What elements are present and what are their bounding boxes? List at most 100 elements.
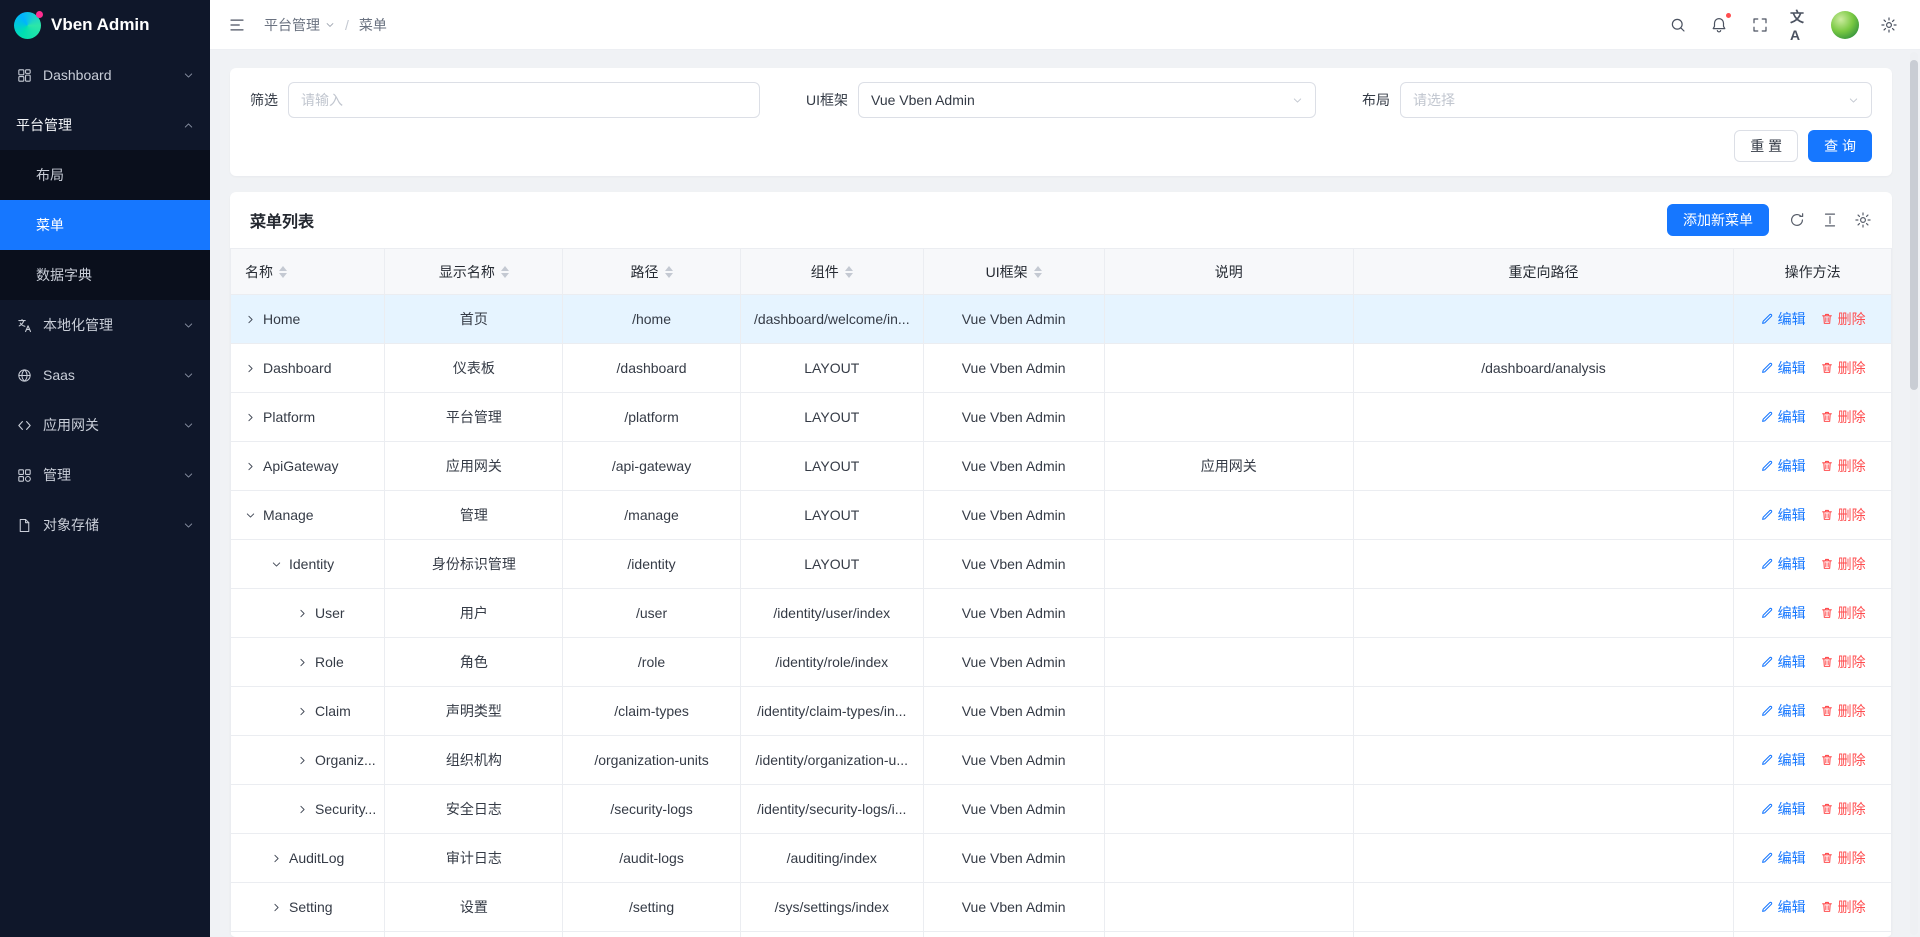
delete-button[interactable]: 删除	[1820, 799, 1866, 819]
sidebar-item-data-dictionary[interactable]: 数据字典	[0, 250, 210, 300]
edit-button[interactable]: 编辑	[1760, 603, 1806, 623]
sort-icon[interactable]	[845, 266, 853, 278]
sidebar-item-layout[interactable]: 布局	[0, 150, 210, 200]
delete-label: 删除	[1838, 456, 1866, 476]
sidebar-collapse-icon[interactable]	[226, 14, 248, 36]
edit-button[interactable]: 编辑	[1760, 407, 1806, 427]
sort-icon[interactable]	[501, 266, 509, 278]
chevron-down-icon	[1848, 95, 1859, 106]
sidebar-item-label: Dashboard	[43, 67, 173, 83]
edit-button[interactable]: 编辑	[1760, 799, 1806, 819]
sidebar-item-localization[interactable]: 本地化管理	[0, 300, 210, 350]
delete-button[interactable]: 删除	[1820, 603, 1866, 623]
column-settings-gear-icon[interactable]	[1854, 211, 1872, 229]
sidebar-item-manage[interactable]: 管理	[0, 450, 210, 500]
sort-icon[interactable]	[279, 266, 287, 278]
delete-button[interactable]: 删除	[1820, 897, 1866, 917]
edit-label: 编辑	[1778, 652, 1806, 672]
delete-button[interactable]: 删除	[1820, 701, 1866, 721]
sidebar-item-app-gateway[interactable]: 应用网关	[0, 400, 210, 450]
edit-button[interactable]: 编辑	[1760, 456, 1806, 476]
expand-row-icon[interactable]	[245, 363, 256, 374]
row-name: AuditLog	[289, 850, 344, 866]
breadcrumb-item-platform[interactable]: 平台管理	[264, 15, 335, 35]
row-ui-framework: Vue Vben Admin	[923, 540, 1104, 589]
expand-row-icon[interactable]	[245, 314, 256, 325]
settings-gear-icon[interactable]	[1878, 14, 1900, 36]
ui-framework-select[interactable]: Vue Vben Admin	[858, 82, 1316, 118]
expand-row-icon[interactable]	[297, 755, 308, 766]
delete-button[interactable]: 删除	[1820, 652, 1866, 672]
notification-bell-icon[interactable]	[1708, 14, 1730, 36]
collapse-row-icon[interactable]	[271, 559, 282, 570]
search-icon[interactable]	[1667, 14, 1689, 36]
scrollbar-thumb[interactable]	[1910, 60, 1918, 390]
edit-button[interactable]: 编辑	[1760, 652, 1806, 672]
logo[interactable]: Vben Admin	[0, 0, 210, 50]
edit-button[interactable]: 编辑	[1760, 897, 1806, 917]
chevron-down-icon	[183, 420, 194, 431]
edit-button[interactable]: 编辑	[1760, 505, 1806, 525]
sidebar-item-dashboard[interactable]: Dashboard	[0, 50, 210, 100]
sidebar-item-saas[interactable]: Saas	[0, 350, 210, 400]
expand-row-icon[interactable]	[245, 461, 256, 472]
vertical-scrollbar[interactable]	[1910, 52, 1918, 935]
row-display-name: 设置	[385, 883, 563, 932]
row-name-cell: Identity	[231, 540, 385, 589]
delete-button[interactable]: 删除	[1820, 505, 1866, 525]
delete-label: 删除	[1838, 603, 1866, 623]
filter-keyword-input[interactable]	[288, 82, 760, 118]
row-height-icon[interactable]	[1821, 211, 1839, 229]
edit-button[interactable]: 编辑	[1760, 750, 1806, 770]
refresh-icon[interactable]	[1788, 211, 1806, 229]
row-description	[1104, 687, 1353, 736]
sort-icon[interactable]	[1034, 266, 1042, 278]
layout-select[interactable]: 请选择	[1400, 82, 1872, 118]
expand-row-icon[interactable]	[297, 804, 308, 815]
filter-field-layout: 布局 请选择	[1362, 82, 1872, 118]
expand-row-icon[interactable]	[297, 706, 308, 717]
delete-button[interactable]: 删除	[1820, 554, 1866, 574]
expand-row-icon[interactable]	[297, 608, 308, 619]
expand-row-icon[interactable]	[245, 412, 256, 423]
avatar[interactable]	[1831, 11, 1859, 39]
edit-button[interactable]: 编辑	[1760, 309, 1806, 329]
sidebar-item-platform-management[interactable]: 平台管理	[0, 100, 210, 150]
edit-pencil-icon	[1760, 704, 1774, 718]
row-name-cell: Dashboard	[231, 344, 385, 393]
edit-button[interactable]: 编辑	[1760, 554, 1806, 574]
table-row: Setting设置/setting/sys/settings/indexVue …	[231, 883, 1892, 932]
column-header[interactable]: UI框架	[923, 249, 1104, 295]
column-header[interactable]: 组件	[740, 249, 923, 295]
expand-row-icon[interactable]	[297, 657, 308, 668]
language-icon[interactable]: 文A	[1790, 14, 1812, 36]
delete-label: 删除	[1838, 554, 1866, 574]
column-header[interactable]: 路径	[563, 249, 741, 295]
menu-table: 名称显示名称路径组件UI框架说明重定向路径操作方法 Home首页/home/da…	[230, 248, 1892, 937]
column-header[interactable]: 名称	[231, 249, 385, 295]
delete-button[interactable]: 删除	[1820, 750, 1866, 770]
sidebar-item-label: 布局	[36, 165, 194, 185]
delete-trash-icon	[1820, 606, 1834, 620]
row-ui-framework: Vue Vben Admin	[923, 785, 1104, 834]
sidebar-item-menu[interactable]: 菜单	[0, 200, 210, 250]
delete-button[interactable]: 删除	[1820, 358, 1866, 378]
delete-button[interactable]: 删除	[1820, 407, 1866, 427]
column-header[interactable]: 显示名称	[385, 249, 563, 295]
fullscreen-icon[interactable]	[1749, 14, 1771, 36]
expand-row-icon[interactable]	[271, 902, 282, 913]
add-menu-button[interactable]: 添加新菜单	[1667, 204, 1769, 236]
delete-button[interactable]: 删除	[1820, 848, 1866, 868]
expand-row-icon[interactable]	[271, 853, 282, 864]
reset-button[interactable]: 重 置	[1734, 130, 1798, 162]
delete-button[interactable]: 删除	[1820, 309, 1866, 329]
delete-label: 删除	[1838, 407, 1866, 427]
edit-button[interactable]: 编辑	[1760, 848, 1806, 868]
sort-icon[interactable]	[665, 266, 673, 278]
sidebar-item-object-storage[interactable]: 对象存储	[0, 500, 210, 550]
edit-button[interactable]: 编辑	[1760, 701, 1806, 721]
edit-button[interactable]: 编辑	[1760, 358, 1806, 378]
query-button[interactable]: 查 询	[1808, 130, 1872, 162]
delete-button[interactable]: 删除	[1820, 456, 1866, 476]
collapse-row-icon[interactable]	[245, 510, 256, 521]
